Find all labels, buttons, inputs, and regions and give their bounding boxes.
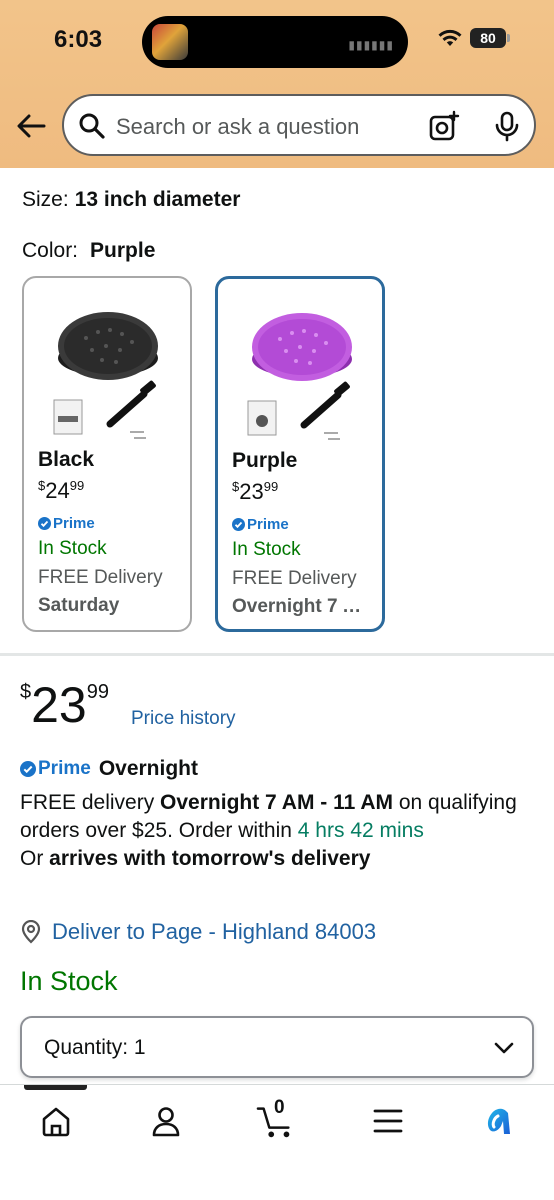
variant-price: $2399	[232, 479, 279, 504]
status-icons: 80	[438, 28, 510, 48]
variant-price: $2499	[38, 478, 85, 503]
product-image-purple	[247, 313, 352, 440]
color-value: Purple	[90, 239, 156, 262]
active-tab-indicator	[24, 1085, 87, 1090]
size-value: 13 inch diameter	[74, 188, 241, 211]
dynamic-island: ▮▮▮▮▮▮	[142, 16, 408, 68]
variant-delivery: FREE Delivery	[38, 567, 163, 588]
hamburger-menu-icon	[373, 1109, 403, 1133]
now-playing-artwork	[152, 24, 188, 60]
back-arrow-icon[interactable]	[14, 108, 50, 144]
prime-delivery-label: Overnight	[98, 757, 198, 780]
rufus-assistant-icon	[487, 1108, 510, 1134]
nav-home[interactable]	[36, 1101, 76, 1141]
section-divider	[0, 653, 554, 656]
prime-overnight-row: Prime Overnight	[20, 757, 198, 781]
quantity-label: Quantity: 1	[44, 1036, 146, 1059]
main-price: $2399	[20, 677, 109, 733]
color-label: Color:	[22, 239, 79, 262]
deliver-to-link[interactable]: Deliver to Page - Highland 84003	[20, 919, 376, 945]
price-history-link[interactable]: Price history	[131, 708, 236, 730]
delivery-details: FREE delivery Overnight 7 AM - 11 AM on …	[20, 791, 517, 870]
audio-waveform-icon: ▮▮▮▮▮▮	[348, 38, 394, 52]
nav-account[interactable]	[146, 1101, 186, 1141]
prime-badge: Prime	[232, 516, 289, 533]
home-icon	[42, 1107, 70, 1137]
nav-cart[interactable]: 0	[256, 1097, 296, 1141]
bottom-navigation: 0	[0, 1084, 554, 1200]
microphone-icon[interactable]	[492, 110, 522, 142]
battery-indicator: 80	[470, 28, 510, 48]
size-label: Size:	[22, 188, 69, 211]
order-countdown: 4 hrs 42 mins	[297, 819, 424, 842]
search-input[interactable]: Search or ask a question	[116, 114, 359, 140]
check-icon	[232, 518, 245, 531]
check-icon	[20, 761, 36, 777]
variant-name: Black	[38, 448, 95, 471]
location-pin-icon	[21, 920, 41, 944]
search-icon	[79, 113, 105, 139]
color-option-purple[interactable]: Purple $2399 Prime In Stock FREE Deliver…	[215, 276, 385, 632]
app-header: 6:03 ▮▮▮▮▮▮ 80 Search or ask a question	[0, 0, 554, 168]
check-icon	[38, 517, 51, 530]
stock-status: In Stock	[20, 966, 118, 996]
variant-name: Purple	[232, 449, 298, 472]
prime-logo: Prime	[20, 758, 91, 780]
chevron-down-icon	[494, 1042, 514, 1054]
size-row: Size: 13 inch diameter	[22, 188, 240, 212]
prime-badge: Prime	[38, 515, 95, 532]
cart-count: 0	[274, 1097, 285, 1118]
variant-delivery: FREE Delivery	[232, 568, 357, 589]
wifi-icon	[438, 29, 462, 46]
camera-lens-icon[interactable]	[428, 110, 460, 142]
person-icon	[152, 1107, 180, 1137]
variant-delivery-day: Overnight 7 AM - 11 AM	[232, 596, 372, 617]
product-image-black	[53, 312, 158, 439]
color-row: Color: Purple	[22, 239, 155, 263]
status-time: 6:03	[54, 26, 103, 53]
quantity-selector[interactable]: Quantity: 1	[20, 1016, 534, 1078]
variant-stock: In Stock	[38, 538, 107, 559]
variant-stock: In Stock	[232, 539, 301, 560]
search-bar[interactable]: Search or ask a question	[62, 94, 536, 156]
variant-delivery-day: Saturday	[38, 595, 120, 616]
color-option-black[interactable]: Black $2499 Prime In Stock FREE Delivery…	[22, 276, 192, 632]
nav-menu[interactable]	[368, 1101, 408, 1141]
nav-rufus[interactable]	[478, 1101, 518, 1141]
